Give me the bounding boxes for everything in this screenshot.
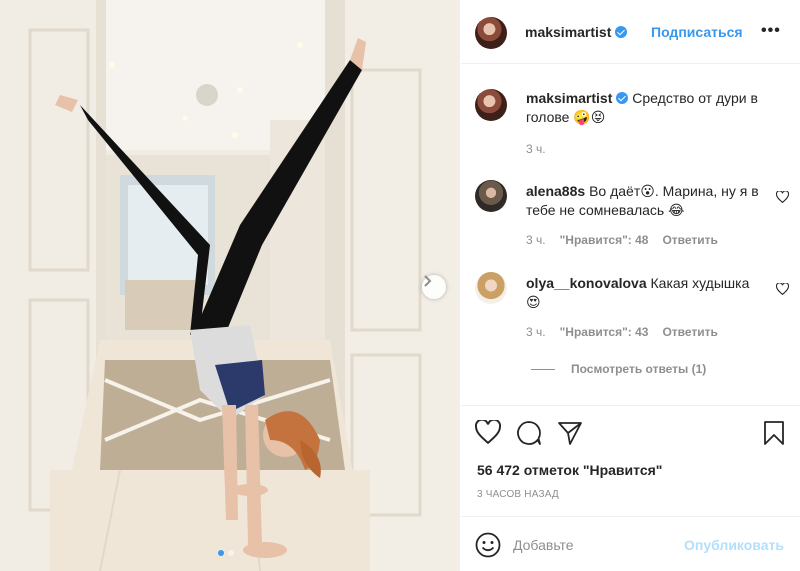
- comment-username[interactable]: olya__konovalova: [526, 275, 647, 291]
- comment-meta: 3 ч. "Нравится": 48 Ответить: [526, 233, 718, 247]
- comment-username[interactable]: alena88s: [526, 183, 585, 199]
- post-side-panel: maksimartist Подписаться ••• maksimartis…: [461, 0, 800, 571]
- post-actions: 56 472 отметок "Нравится" 3 ЧАСОВ НАЗАД: [461, 405, 800, 505]
- like-comment-heart-icon[interactable]: [776, 283, 789, 295]
- carousel-next-button[interactable]: [422, 275, 446, 299]
- comment-likes[interactable]: "Нравится": 48: [560, 233, 649, 247]
- post-photo[interactable]: [0, 0, 460, 571]
- caption-meta: 3 ч.: [526, 142, 546, 156]
- comment-time: 3 ч.: [526, 233, 546, 247]
- comment-avatar[interactable]: [475, 272, 507, 304]
- verified-badge-icon: [616, 92, 629, 104]
- comment-likes[interactable]: "Нравится": 43: [560, 325, 649, 339]
- comment-input[interactable]: [513, 535, 713, 555]
- view-replies-button[interactable]: Посмотреть ответы (1): [531, 362, 706, 376]
- add-comment-bar: Опубликовать: [461, 516, 800, 571]
- verified-badge-icon: [615, 26, 628, 38]
- caption-text-block: maksimartist Средство от дури в голове 🤪…: [526, 89, 766, 127]
- reply-button[interactable]: Ответить: [662, 233, 717, 247]
- bookmark-icon[interactable]: [763, 420, 785, 446]
- heart-icon[interactable]: [475, 420, 501, 444]
- more-options-icon[interactable]: •••: [761, 22, 781, 40]
- comment-text-block: alena88s Во даёт😮. Марина, ну я в тебе н…: [526, 182, 766, 220]
- share-icon[interactable]: [557, 420, 583, 446]
- author-name-wrap: maksimartist: [525, 24, 628, 42]
- carousel-dots: [218, 550, 234, 556]
- comment-meta: 3 ч. "Нравится": 43 Ответить: [526, 325, 718, 339]
- carousel-dot-active: [218, 550, 224, 556]
- reply-button[interactable]: Ответить: [662, 325, 717, 339]
- caption-username[interactable]: maksimartist: [526, 90, 612, 106]
- divider-line: [531, 368, 555, 370]
- likes-count[interactable]: 56 472 отметок "Нравится": [477, 462, 662, 478]
- caption-time: 3 ч.: [526, 142, 546, 156]
- author-avatar[interactable]: [475, 17, 507, 49]
- carousel-dot: [228, 550, 234, 556]
- caption-avatar[interactable]: [475, 89, 507, 121]
- like-comment-heart-icon[interactable]: [776, 191, 789, 203]
- follow-button[interactable]: Подписаться: [651, 24, 743, 40]
- post-header: maksimartist Подписаться •••: [461, 0, 800, 64]
- publish-button[interactable]: Опубликовать: [684, 537, 784, 553]
- post-time-ago[interactable]: 3 ЧАСОВ НАЗАД: [477, 489, 559, 500]
- post-photo-illustration: [0, 0, 459, 571]
- view-replies-label: Посмотреть ответы (1): [571, 362, 707, 376]
- comments-list: maksimartist Средство от дури в голове 🤪…: [461, 65, 800, 405]
- comment-avatar[interactable]: [475, 180, 507, 212]
- author-username[interactable]: maksimartist: [525, 24, 611, 40]
- comment-icon[interactable]: [516, 420, 542, 446]
- comment-time: 3 ч.: [526, 325, 546, 339]
- comment-text-block: olya__konovalova Какая худышка 😍: [526, 274, 766, 312]
- emoji-smile-icon[interactable]: [475, 532, 501, 558]
- chevron-right-icon: [424, 275, 432, 287]
